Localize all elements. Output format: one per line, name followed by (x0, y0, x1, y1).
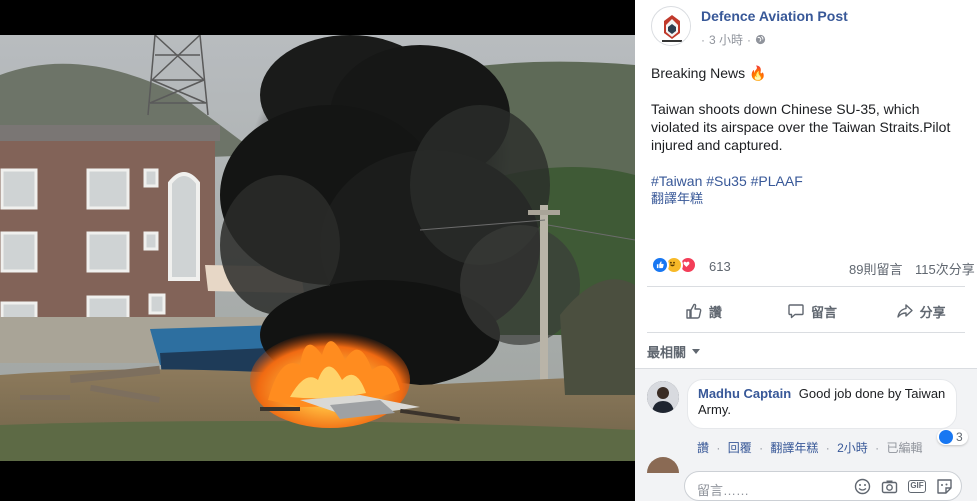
sticker-icon[interactable] (936, 478, 953, 495)
share-button-label: 分享 (919, 304, 946, 320)
divider (647, 332, 965, 333)
comment-author-link[interactable]: Madhu Captain (698, 386, 791, 401)
post-separator: · (701, 32, 705, 47)
post-body: Breaking News 🔥 Taiwan shoots down Chine… (651, 64, 971, 208)
hashtag-list: #Taiwan #Su35 #PLAAF (651, 172, 971, 190)
hashtag-link[interactable]: #Taiwan (651, 173, 702, 189)
emoji-icon[interactable] (854, 478, 871, 495)
comment-edited-label: 已編輯 (886, 441, 923, 455)
translate-link[interactable]: 翻譯年糕 (651, 190, 971, 208)
comment-composer[interactable]: 留言…… GIF (684, 471, 962, 501)
like-icon (939, 430, 953, 444)
comment-like-link[interactable]: 讚 (697, 441, 709, 455)
like-icon (651, 256, 669, 274)
comment-reaction-badge[interactable]: 3 (937, 429, 968, 445)
gif-icon[interactable]: GIF (908, 480, 926, 493)
page-avatar[interactable] (651, 6, 691, 46)
divider (647, 286, 965, 287)
share-count-link[interactable]: 115次分享 (915, 259, 975, 278)
camera-icon[interactable] (881, 478, 898, 495)
post-actions: 讚 留言 分享 (649, 296, 975, 326)
comment-separator: · (825, 441, 830, 455)
like-button[interactable]: 讚 (649, 296, 758, 326)
hashtag-link[interactable]: #PLAAF (751, 173, 803, 189)
post-timestamp[interactable]: 3 小時 (709, 31, 743, 48)
thumbs-up-icon (686, 303, 702, 319)
comment-reaction-count: 3 (956, 430, 963, 444)
comment-button[interactable]: 留言 (758, 296, 867, 326)
crash-scene-image (0, 35, 635, 461)
comment-bubble: Madhu Captain Good job done by Taiwan Ar… (687, 379, 957, 429)
comment-timestamp[interactable]: 2小時 (837, 441, 868, 455)
reaction-count[interactable]: 613 (709, 259, 731, 274)
post-headline: Breaking News 🔥 (651, 65, 767, 81)
page-name-link[interactable]: Defence Aviation Post (701, 8, 848, 24)
comment-separator: · (716, 441, 721, 455)
comment-sort-label: 最相關 (647, 345, 687, 360)
like-button-label: 讚 (708, 304, 722, 320)
share-button[interactable]: 分享 (866, 296, 975, 326)
comment-button-label: 留言 (811, 304, 838, 320)
caret-down-icon (692, 349, 701, 354)
next-comment-partial (647, 457, 679, 473)
comment-icon (788, 304, 804, 319)
comment-count-link[interactable]: 89則留言 (849, 259, 902, 278)
globe-icon[interactable] (755, 34, 766, 45)
post-header: Defence Aviation Post · 3 小時 · (649, 4, 977, 50)
comment-sort-dropdown[interactable]: 最相關 (647, 342, 701, 361)
share-arrow-icon (896, 304, 913, 318)
comments-section: Madhu Captain Good job done by Taiwan Ar… (635, 368, 977, 501)
post-separator: · (747, 32, 752, 47)
comment-translate-link[interactable]: 翻譯年糕 (770, 441, 818, 455)
reaction-summary: 613 89則留言 115次分享 (651, 256, 977, 278)
comment-separator: · (875, 441, 880, 455)
post-text: Taiwan shoots down Chinese SU-35, which … (651, 101, 951, 153)
comment-input-placeholder: 留言…… (697, 483, 750, 498)
post-panel: Defence Aviation Post · 3 小時 · Breaking … (635, 0, 977, 501)
post-photo[interactable] (0, 35, 635, 461)
composer-tools: GIF (854, 478, 953, 495)
comment-actions: 讚 · 回覆 · 翻譯年糕 · 2小時 · 已編輯 (697, 439, 927, 456)
reaction-icons[interactable] (651, 256, 697, 274)
commenter-avatar[interactable] (647, 381, 679, 413)
comment-reply-link[interactable]: 回覆 (728, 441, 752, 455)
photo-viewer (0, 0, 635, 501)
post-meta: · 3 小時 · (701, 31, 766, 48)
comment-separator: · (759, 441, 764, 455)
commenter-avatar[interactable] (647, 457, 679, 473)
hashtag-link[interactable]: #Su35 (706, 173, 746, 189)
